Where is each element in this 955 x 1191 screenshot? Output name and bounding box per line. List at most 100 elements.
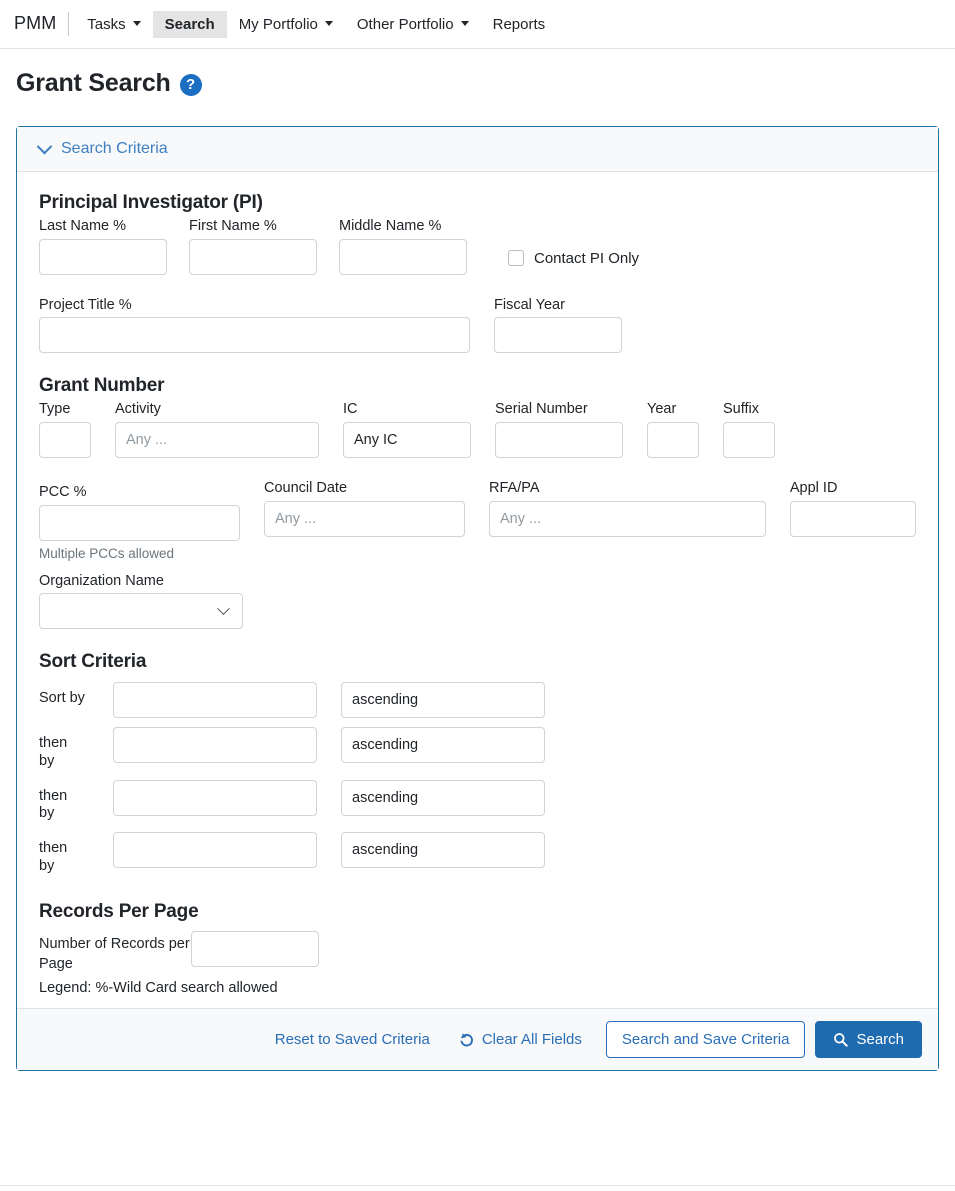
field-project-title: Project Title %: [39, 297, 470, 354]
field-first-name: First Name %: [189, 218, 317, 275]
search-criteria-header-label: Search Criteria: [61, 140, 168, 157]
field-activity: Activity: [115, 401, 319, 459]
serial-number-input[interactable]: [495, 422, 623, 459]
label-last-name: Last Name %: [39, 218, 127, 234]
grant-number-row: Type Activity IC Any IC Serial Number Ye…: [39, 401, 916, 459]
activity-input[interactable]: [115, 422, 319, 459]
sort-direction-2-value: ascending: [352, 737, 419, 754]
magnifier-icon: [833, 1032, 849, 1047]
sort-field-3[interactable]: [113, 779, 317, 816]
records-per-page-row: Number of Records per Page: [39, 931, 916, 974]
question-mark-circle-icon[interactable]: ?: [179, 73, 202, 96]
section-heading-records-per-page: Records Per Page: [39, 901, 199, 923]
page-title: Grant Search: [16, 69, 171, 97]
reset-to-saved-criteria-label: Reset to Saved Criteria: [274, 1031, 430, 1049]
sort-field-1[interactable]: [113, 682, 317, 719]
field-rfa-pa: RFA/PA: [489, 480, 766, 561]
chevron-down-icon: [460, 21, 469, 26]
page-title-row: Grant Search ?: [0, 49, 955, 96]
sort-direction-3[interactable]: ascending: [341, 779, 545, 816]
field-council-date: Council Date: [264, 480, 465, 561]
label-serial-number: Serial Number: [495, 401, 588, 418]
chevron-down-icon: [324, 21, 333, 26]
label-pcc: PCC %: [39, 484, 87, 501]
sort-row-1: Sort by ascending: [39, 682, 916, 719]
sort-field-4[interactable]: [113, 832, 317, 869]
label-year: Year: [647, 401, 677, 418]
label-fiscal-year: Fiscal Year: [494, 296, 565, 313]
legend-text: Legend: %-Wild Card search allowed: [39, 980, 278, 997]
label-type: Type: [39, 401, 71, 418]
rfa-pa-input[interactable]: [489, 500, 766, 537]
appl-id-input[interactable]: [789, 500, 916, 537]
section-heading-sort-criteria: Sort Criteria: [39, 651, 147, 673]
pi-fields-row: Last Name % First Name % Middle Name % C…: [39, 218, 916, 275]
label-council-date: Council Date: [264, 480, 348, 497]
nav-item-tasks[interactable]: Tasks: [75, 11, 152, 38]
contact-pi-only-checkbox[interactable]: [508, 250, 524, 267]
page-bottom-divider: [0, 1185, 955, 1186]
field-serial-number: Serial Number: [495, 401, 623, 459]
year-input[interactable]: [647, 422, 699, 459]
sort-lead-2: then by: [39, 735, 68, 770]
pcc-row: PCC % Multiple PCCs allowed Council Date…: [39, 480, 916, 561]
reset-to-saved-criteria-button[interactable]: Reset to Saved Criteria: [261, 1025, 444, 1054]
label-organization-name: Organization Name: [39, 572, 164, 589]
contact-pi-only-checkbox-wrap[interactable]: Contact PI Only: [508, 250, 639, 275]
nav-item-other-portfolio[interactable]: Other Portfolio: [345, 11, 481, 38]
sort-direction-2[interactable]: ascending: [341, 727, 545, 764]
field-type: Type: [39, 401, 91, 459]
chevron-down-icon: [217, 602, 230, 615]
top-navbar: PMM Tasks Search My Portfolio Other Port…: [0, 0, 955, 49]
contact-pi-only-label: Contact PI Only: [534, 249, 640, 267]
suffix-input[interactable]: [723, 422, 775, 459]
nav-item-search[interactable]: Search: [152, 10, 227, 38]
sort-direction-4[interactable]: ascending: [341, 832, 545, 869]
project-title-row: Project Title % Fiscal Year: [39, 297, 916, 354]
undo-arrow-icon: [458, 1031, 475, 1048]
field-pcc: PCC % Multiple PCCs allowed: [39, 484, 240, 561]
nav-item-my-portfolio[interactable]: My Portfolio: [227, 11, 345, 38]
nav-label-other-portfolio: Other Portfolio: [356, 15, 454, 33]
clear-all-fields-label: Clear All Fields: [481, 1031, 582, 1049]
fiscal-year-input[interactable]: [494, 317, 622, 354]
label-records-per-page: Number of Records per Page: [39, 936, 190, 972]
label-first-name: First Name %: [189, 218, 277, 234]
search-button[interactable]: Search: [815, 1021, 922, 1059]
project-title-input[interactable]: [39, 317, 470, 354]
sort-lead-4: then by: [39, 840, 68, 874]
middle-name-input[interactable]: [339, 238, 467, 275]
section-heading-grant-number: Grant Number: [39, 375, 165, 397]
sort-direction-4-value: ascending: [352, 842, 419, 859]
clear-all-fields-button[interactable]: Clear All Fields: [444, 1025, 596, 1054]
type-input[interactable]: [39, 422, 91, 459]
sort-direction-1[interactable]: ascending: [341, 682, 545, 719]
sort-field-2[interactable]: [113, 727, 317, 764]
label-appl-id: Appl ID: [789, 480, 838, 497]
organization-name-select[interactable]: [39, 593, 243, 630]
sort-direction-1-value: ascending: [352, 692, 419, 709]
pcc-input[interactable]: [39, 504, 240, 541]
last-name-input[interactable]: [39, 238, 167, 275]
nav-label-tasks: Tasks: [87, 15, 126, 33]
search-criteria-header[interactable]: Search Criteria: [17, 127, 938, 172]
field-suffix: Suffix: [723, 401, 775, 459]
council-date-input[interactable]: [264, 500, 465, 537]
pcc-hint: Multiple PCCs allowed: [39, 545, 175, 561]
card-footer: Reset to Saved Criteria Clear All Fields…: [17, 1008, 938, 1071]
sort-lead-3: then by: [39, 787, 68, 822]
sort-row-2: then by ascending: [39, 727, 916, 770]
field-middle-name: Middle Name %: [339, 218, 467, 275]
nav-item-reports[interactable]: Reports: [481, 11, 558, 38]
label-project-title: Project Title %: [39, 296, 132, 313]
first-name-input[interactable]: [189, 238, 317, 275]
section-heading-pi: Principal Investigator (PI): [39, 192, 263, 213]
search-button-label: Search: [856, 1031, 904, 1049]
search-and-save-criteria-button[interactable]: Search and Save Criteria: [605, 1021, 806, 1059]
nav-label-search: Search: [164, 15, 215, 33]
search-criteria-card: Search Criteria Principal Investigator (…: [16, 126, 939, 1072]
brand-logo[interactable]: PMM: [8, 13, 68, 36]
ic-select[interactable]: Any IC: [343, 422, 471, 459]
records-per-page-input[interactable]: [191, 931, 319, 968]
label-activity: Activity: [115, 401, 161, 418]
